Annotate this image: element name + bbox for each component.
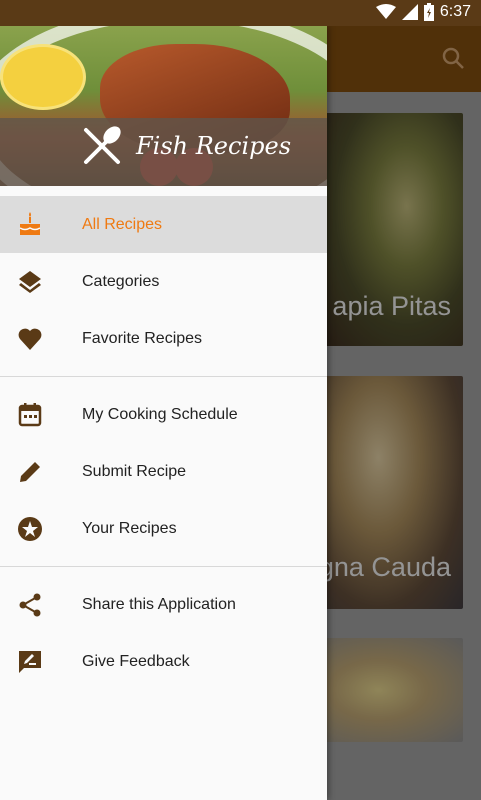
feedback-icon <box>19 651 41 673</box>
menu-item-submit-recipe[interactable]: Submit Recipe <box>0 443 327 500</box>
menu-item-label: Your Recipes <box>82 519 177 537</box>
app-title: Fish Recipes <box>136 132 292 160</box>
menu-item-share[interactable]: Share this Application <box>0 576 327 633</box>
cake-icon <box>19 212 41 235</box>
menu-divider <box>0 566 327 567</box>
navigation-drawer: Fish Recipes All Recipes Categories Favo <box>0 26 327 800</box>
status-bar: 6:37 <box>0 0 481 26</box>
pencil-icon <box>20 462 40 482</box>
share-icon <box>19 593 41 617</box>
menu-divider <box>0 376 327 377</box>
calendar-icon <box>18 403 42 427</box>
menu-item-categories[interactable]: Categories <box>0 253 327 310</box>
menu-item-label: All Recipes <box>82 215 163 233</box>
menu-item-label: Favorite Recipes <box>82 329 203 347</box>
menu-item-give-feedback[interactable]: Give Feedback <box>0 633 327 690</box>
menu-item-label: Categories <box>82 272 160 290</box>
menu-item-favorite-recipes[interactable]: Favorite Recipes <box>0 310 327 367</box>
menu-item-your-recipes[interactable]: Your Recipes <box>0 500 327 557</box>
heart-icon <box>18 328 42 350</box>
star-circle-icon <box>18 517 42 541</box>
status-time: 6:37 <box>439 3 471 20</box>
wifi-icon <box>375 4 396 19</box>
menu-item-label: Submit Recipe <box>82 462 187 480</box>
menu-item-label: Give Feedback <box>82 652 190 670</box>
layers-icon <box>19 271 41 293</box>
drawer-menu: All Recipes Categories Favorite Recipes <box>0 196 327 690</box>
signal-icon <box>401 4 418 20</box>
menu-item-all-recipes[interactable]: All Recipes <box>0 196 327 253</box>
menu-item-cooking-schedule[interactable]: My Cooking Schedule <box>0 386 327 443</box>
app-brand: Fish Recipes <box>80 124 291 168</box>
menu-item-label: My Cooking Schedule <box>82 405 238 423</box>
drawer-header: Fish Recipes <box>0 26 327 186</box>
fork-spoon-icon <box>84 126 121 164</box>
battery-icon <box>423 3 434 21</box>
menu-item-label: Share this Application <box>82 595 236 613</box>
